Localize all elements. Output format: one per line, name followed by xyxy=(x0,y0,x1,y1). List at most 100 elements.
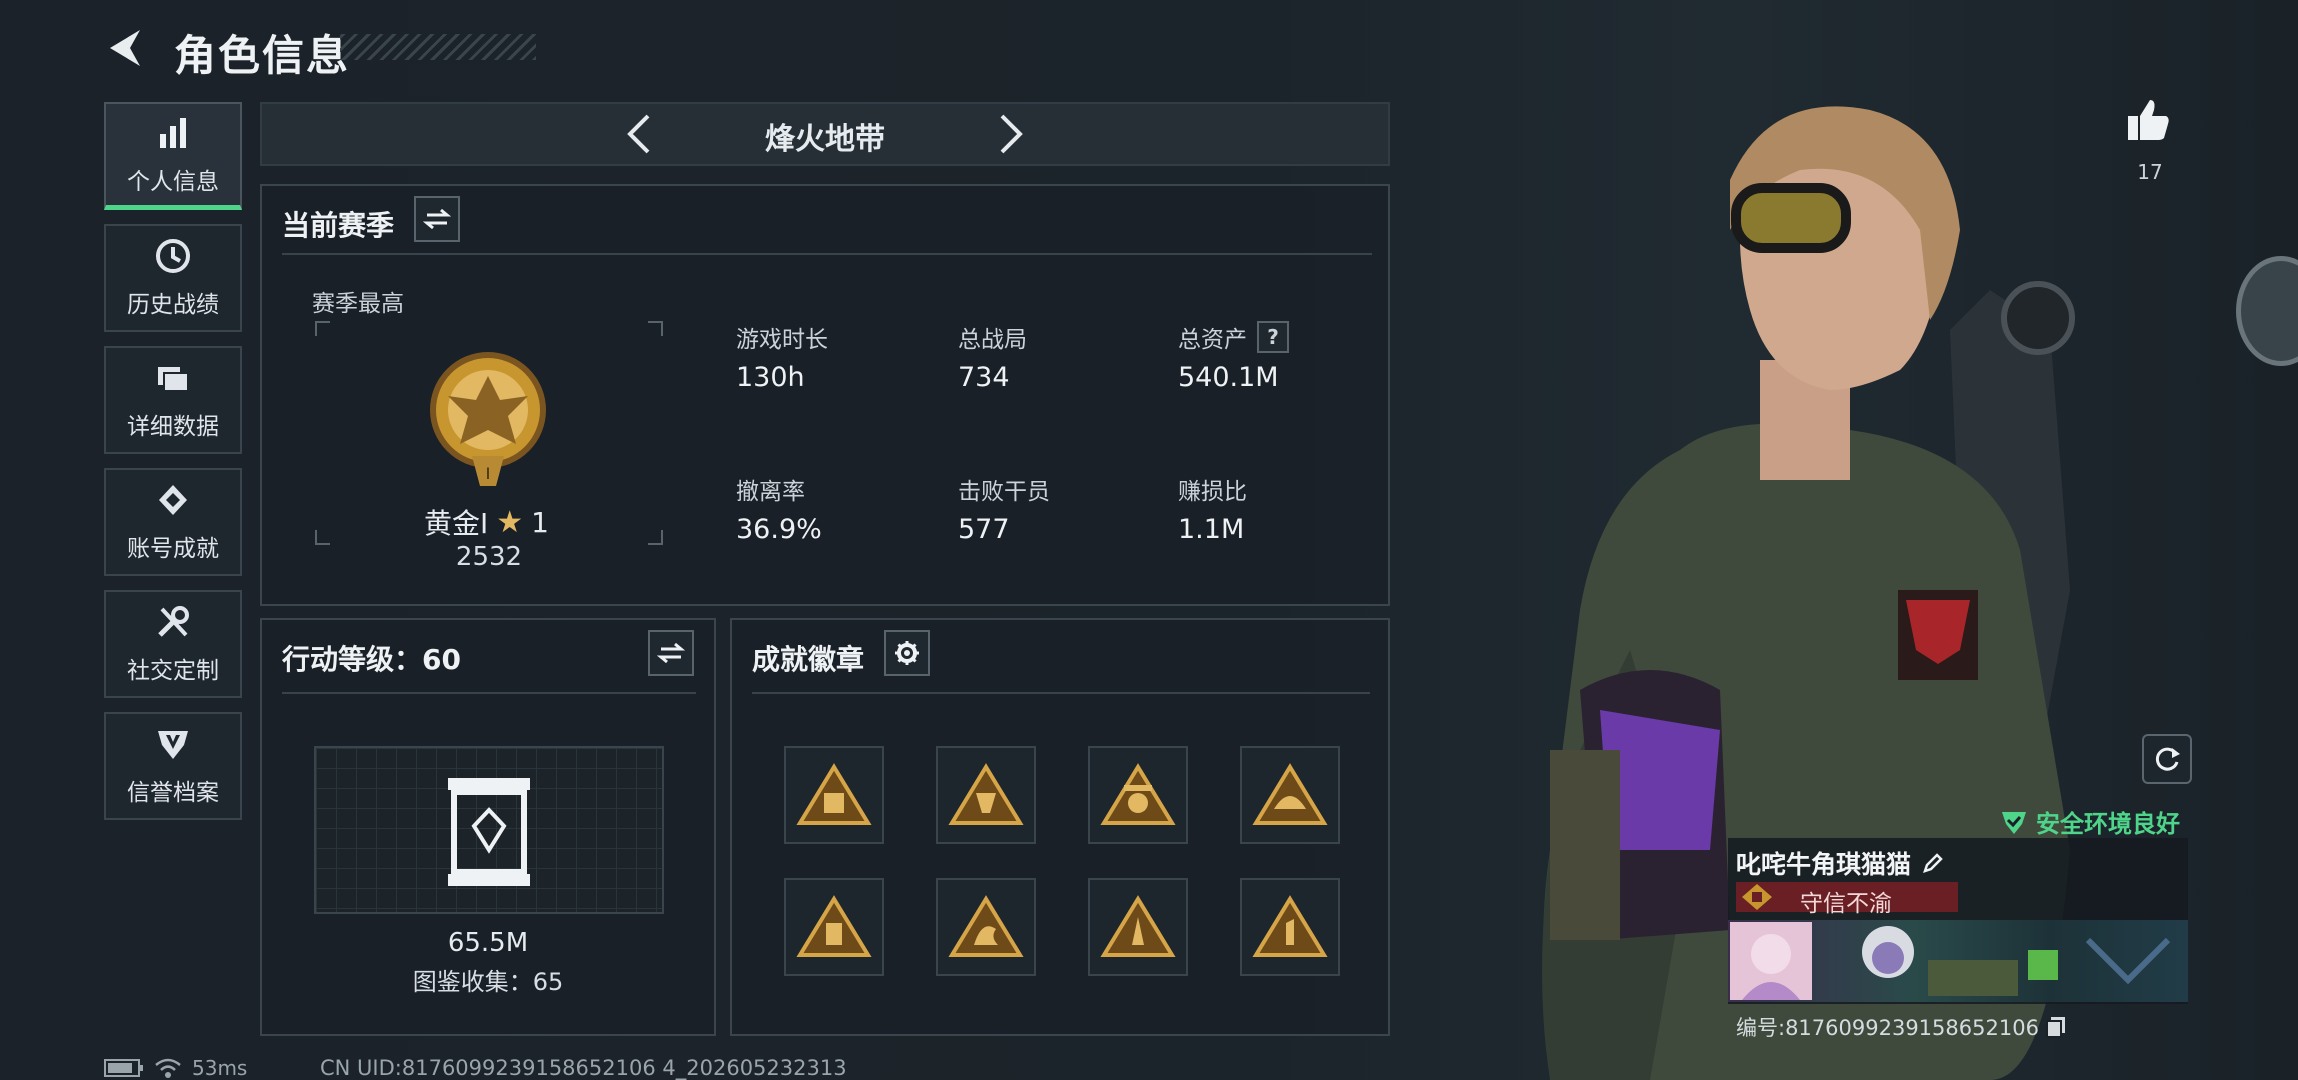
badge-icon xyxy=(796,763,872,825)
help-icon[interactable]: ? xyxy=(1257,321,1289,353)
chevron-left-icon[interactable] xyxy=(624,112,654,156)
divider xyxy=(282,253,1372,255)
badge-icon xyxy=(1252,895,1328,957)
like-count: 17 xyxy=(2137,160,2163,184)
action-level-value: 65.5M xyxy=(447,928,529,958)
swap-icon xyxy=(423,208,451,230)
stat-value: 36.9% xyxy=(736,514,822,545)
edit-pencil-icon[interactable] xyxy=(1921,851,1945,875)
sidebar-item-personal-info[interactable]: 个人信息 xyxy=(104,102,242,210)
history-clock-icon xyxy=(156,239,190,273)
chevron-right-icon[interactable] xyxy=(996,112,1026,156)
achievement-badge[interactable] xyxy=(1088,746,1188,844)
battery-icon xyxy=(104,1059,143,1077)
achievement-badge[interactable] xyxy=(1088,878,1188,976)
tools-icon xyxy=(158,606,189,637)
ping-value: 53ms xyxy=(192,1056,248,1080)
rank-name: 黄金Ⅰ xyxy=(424,507,489,540)
badge-icon xyxy=(1100,763,1176,825)
shield-check-icon xyxy=(2002,811,2026,834)
achievement-badge[interactable] xyxy=(936,878,1036,976)
stat-label: 撤离率 xyxy=(736,479,805,505)
sidebar-item-label: 信誉档案 xyxy=(127,780,219,806)
refresh-icon xyxy=(2155,747,2180,771)
stat-value: 1.1M xyxy=(1178,514,1245,545)
sidebar-item-label: 个人信息 xyxy=(127,168,219,195)
bar-chart-icon xyxy=(160,117,186,148)
rank-score: 2532 xyxy=(455,542,523,572)
title-decoration xyxy=(340,34,536,60)
action-level-title: 行动等级：60 xyxy=(282,643,461,676)
banner-art xyxy=(1730,922,2171,1000)
player-title: 守信不渝 xyxy=(1800,891,1892,917)
badge-icon xyxy=(796,895,872,957)
stat-label-with-help: 总资产 ? xyxy=(1178,320,1289,354)
achievements-settings-button[interactable] xyxy=(884,630,930,676)
svg-text:I: I xyxy=(486,464,491,483)
sidebar-item-reputation[interactable]: 信誉档案 xyxy=(104,712,242,820)
sidebar-item-achievements[interactable]: 账号成就 xyxy=(104,468,242,576)
achievements-title: 成就徽章 xyxy=(752,643,865,676)
gold-rank-medal-icon: I xyxy=(430,352,546,486)
stat-label: 总战局 xyxy=(958,327,1027,353)
title-emblem-icon xyxy=(1742,884,1772,910)
collection-case-icon xyxy=(448,778,530,886)
collection-count: 图鉴收集：65 xyxy=(412,968,564,996)
achievement-badge[interactable] xyxy=(1240,878,1340,976)
season-switch-button[interactable] xyxy=(414,196,460,242)
footer-status: 53ms xyxy=(104,1056,247,1080)
sidebar-item-social[interactable]: 社交定制 xyxy=(104,590,242,698)
side-avatar-button[interactable] xyxy=(2236,256,2298,366)
wifi-icon xyxy=(155,1058,181,1078)
back-arrow-icon[interactable] xyxy=(104,26,148,70)
sidebar-item-history[interactable]: 历史战绩 xyxy=(104,224,242,332)
rank-stars: 1 xyxy=(531,505,549,539)
badge-icon xyxy=(948,763,1024,825)
stat-value: 734 xyxy=(958,362,1010,393)
uid-text: CN UID:8176099239158652106 4_20260523231… xyxy=(320,1056,847,1080)
player-name: 叱咤牛角琪猫猫 xyxy=(1736,850,1912,879)
sidebar-item-label: 社交定制 xyxy=(127,658,219,684)
stat-value: 577 xyxy=(958,514,1010,545)
sidebar-item-label: 账号成就 xyxy=(127,536,219,562)
badge-icon xyxy=(1252,763,1328,825)
copy-icon[interactable] xyxy=(2045,1015,2067,1039)
stat-value: 540.1M xyxy=(1178,362,1279,393)
achievement-icon xyxy=(159,485,187,515)
mode-name: 烽火地带 xyxy=(765,122,885,157)
action-level-switch-button[interactable] xyxy=(648,630,694,676)
safe-status: 安全环境良好 xyxy=(2000,804,2180,839)
thumbs-up-icon[interactable] xyxy=(2124,96,2172,144)
safe-status-text: 安全环境良好 xyxy=(2036,810,2180,838)
star-icon: ★ xyxy=(496,504,524,540)
folder-icon xyxy=(158,367,189,392)
player-banner xyxy=(1728,920,2188,1002)
stat-label: 赚损比 xyxy=(1178,479,1247,505)
season-title: 当前赛季 xyxy=(282,209,395,242)
season-highest-label: 赛季最高 xyxy=(312,291,404,317)
stat-label: 总资产 xyxy=(1178,327,1247,353)
stat-label: 击败干员 xyxy=(958,479,1050,505)
rank-name-row: 黄金Ⅰ ★ 1 xyxy=(424,502,549,542)
sidebar-item-label: 详细数据 xyxy=(127,414,219,440)
player-id: 编号:8176099239158652106 xyxy=(1736,1016,2039,1040)
page-title: 角色信息 xyxy=(174,31,351,80)
gear-icon xyxy=(895,641,919,665)
shield-v-icon xyxy=(158,731,188,759)
refresh-button[interactable] xyxy=(2142,734,2192,784)
divider xyxy=(282,692,696,694)
divider xyxy=(752,692,1370,694)
badge-icon xyxy=(948,895,1024,957)
achievement-badge[interactable] xyxy=(784,746,884,844)
stat-value: 130h xyxy=(736,362,805,393)
sidebar-item-label: 历史战绩 xyxy=(127,292,219,318)
swap-icon xyxy=(657,642,685,664)
sidebar-item-details[interactable]: 详细数据 xyxy=(104,346,242,454)
player-name-row: 叱咤牛角琪猫猫 xyxy=(1736,845,1945,881)
player-id-row: 编号:8176099239158652106 xyxy=(1736,1012,2067,1042)
badge-icon xyxy=(1100,895,1176,957)
achievement-badge[interactable] xyxy=(1240,746,1340,844)
achievement-badge[interactable] xyxy=(936,746,1036,844)
app-root: 角色信息 个人信息 历史战绩 详细数据 账号成就 社交定制 信誉档案 烽火地带 … xyxy=(0,0,2298,1080)
achievement-badge[interactable] xyxy=(784,878,884,976)
